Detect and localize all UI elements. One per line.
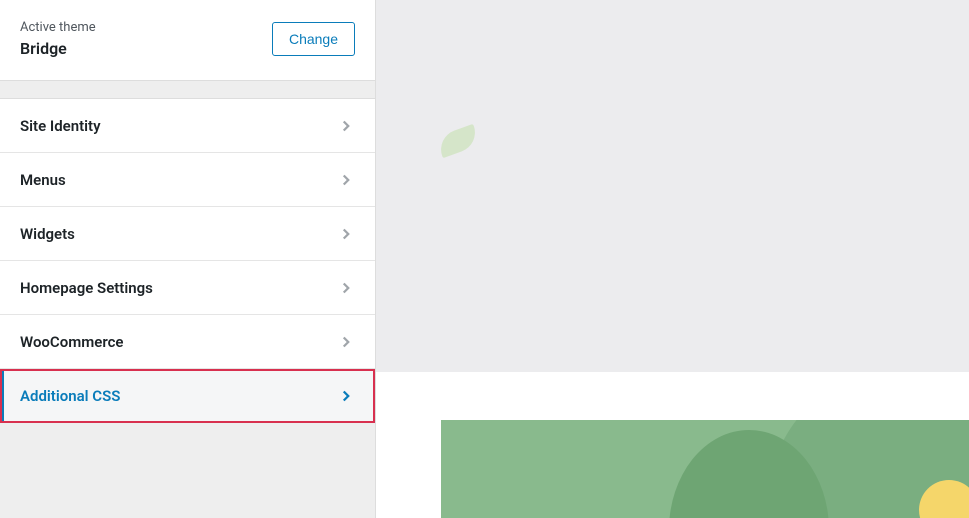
menu-item-site-identity[interactable]: Site Identity [0,99,375,153]
menu-item-label: Widgets [20,225,75,243]
menu-item-menus[interactable]: Menus [0,153,375,207]
menu-item-label: Homepage Settings [20,279,153,297]
chevron-right-icon [337,333,355,351]
chevron-right-icon [337,387,355,405]
customizer-menu: Site Identity Menus Widgets Homepage Set… [0,99,375,423]
menu-item-label: WooCommerce [20,333,124,351]
menu-item-homepage-settings[interactable]: Homepage Settings [0,261,375,315]
chevron-right-icon [337,225,355,243]
chevron-right-icon [337,171,355,189]
menu-item-additional-css[interactable]: Additional CSS [0,369,375,423]
change-theme-button[interactable]: Change [272,22,355,56]
menu-item-widgets[interactable]: Widgets [0,207,375,261]
theme-text: Active theme Bridge [20,20,96,58]
spacer [0,81,375,99]
chevron-right-icon [337,279,355,297]
green-banner [441,420,969,518]
menu-item-woocommerce[interactable]: WooCommerce [0,315,375,369]
chevron-right-icon [337,117,355,135]
site-preview [376,0,969,518]
menu-item-label: Menus [20,171,66,189]
theme-header: Active theme Bridge Change [0,0,375,81]
theme-name: Bridge [20,39,96,58]
menu-item-label: Site Identity [20,117,101,135]
active-theme-label: Active theme [20,20,96,35]
leaf-graphic [435,124,480,158]
customizer-sidebar: Active theme Bridge Change Site Identity… [0,0,376,518]
menu-item-label: Additional CSS [20,387,120,405]
